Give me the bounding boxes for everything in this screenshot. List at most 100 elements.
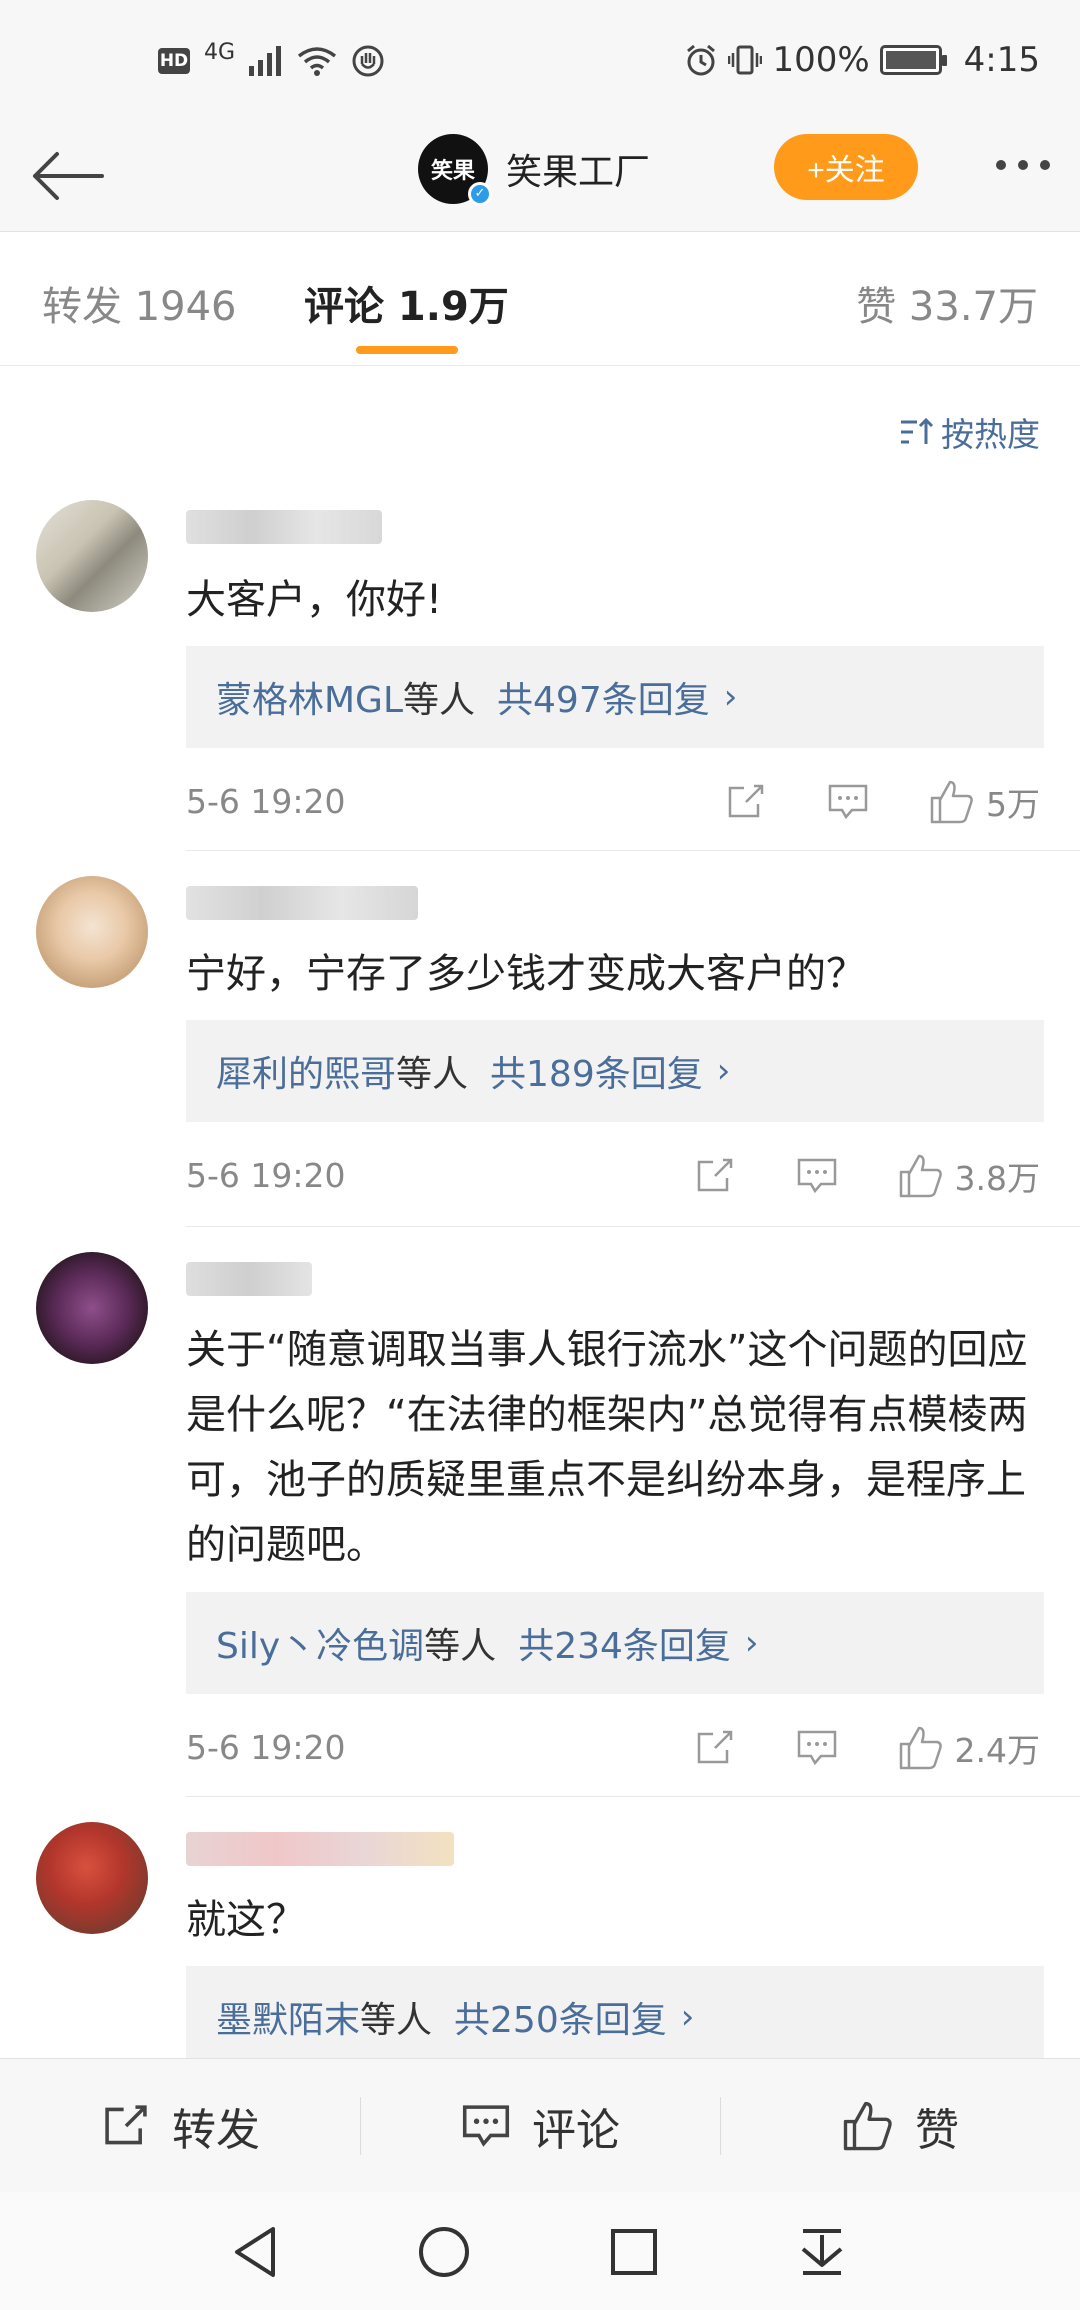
share-icon: [728, 784, 764, 818]
more-options-button[interactable]: [996, 160, 1050, 170]
commenter-name-blurred[interactable]: [186, 1832, 454, 1866]
tab-repost[interactable]: 转发 1946: [42, 274, 237, 332]
comment-icon: [797, 1730, 836, 1766]
status-left: HD 4G: [158, 40, 385, 78]
commenter-avatar[interactable]: [36, 1822, 148, 1934]
thumbs-up-icon: [930, 780, 973, 824]
sort-toggle[interactable]: 按热度: [899, 408, 1040, 456]
commenter-name-blurred[interactable]: [186, 886, 418, 920]
like-button[interactable]: 5万: [928, 778, 1040, 826]
share-button[interactable]: [724, 780, 768, 824]
comment-button[interactable]: 评论: [360, 2059, 720, 2192]
comment-text: 大客户，你好!: [186, 577, 443, 623]
share-icon: [697, 1158, 732, 1192]
thumbs-up-icon: [899, 1154, 942, 1198]
nav-notification-button[interactable]: [792, 2222, 852, 2282]
follow-button[interactable]: +关注: [774, 134, 918, 200]
divider: [186, 850, 1080, 851]
repost-button[interactable]: 转发: [0, 2059, 360, 2192]
repost-icon: [105, 2104, 147, 2144]
hd-badge: HD: [158, 48, 190, 74]
nav-pulldown-icon: [801, 2229, 843, 2275]
account-name[interactable]: 笑果工厂: [506, 143, 650, 195]
alarm-icon: [687, 44, 716, 76]
more-dot-icon: [996, 160, 1006, 170]
divider: [186, 1226, 1080, 1227]
account-brand[interactable]: 笑果 ✓ 笑果工厂: [418, 134, 650, 206]
sort-label: 按热度: [941, 415, 1040, 454]
chevron-right-icon: ›: [723, 677, 738, 717]
like-count: 5万: [986, 785, 1040, 824]
comment-item: 大客户，你好! 蒙格林MGL 等人 共497条回复 › 5-6 19:20 5万: [0, 500, 1080, 850]
share-button[interactable]: [693, 1726, 737, 1770]
comment-time: 5-6 19:20: [186, 1728, 346, 1767]
like-count: 2.4万: [954, 1731, 1040, 1770]
tab-likes[interactable]: 赞 33.7万: [856, 274, 1038, 332]
like-count: 3.8万: [954, 1159, 1040, 1198]
reply-authors: Sily丶冷色调: [216, 1626, 425, 1667]
account-logo-text: 笑果: [430, 159, 475, 184]
chevron-right-icon: ›: [680, 1997, 695, 2037]
nav-home-button[interactable]: [414, 2222, 474, 2282]
comment-text: 就这？: [186, 1897, 306, 1943]
replies-summary[interactable]: 犀利的熙哥 等人 共189条回复 ›: [186, 1020, 1044, 1122]
nav-back-icon: [235, 2227, 275, 2277]
divider: [186, 1796, 1080, 1797]
back-button[interactable]: [28, 142, 106, 210]
vibrate-icon: [728, 45, 763, 75]
reply-by-label: 等人: [360, 2000, 433, 2041]
network-label: 4G: [204, 40, 236, 65]
comment-actions: 3.8万: [635, 1152, 1040, 1200]
sort-icon: [901, 417, 934, 444]
comment-meta: 5-6 19:20 5万: [186, 778, 1046, 828]
system-nav-bar: [0, 2192, 1080, 2310]
comment-item: 关于“随意调取当事人银行流水”这个问题的回应是什么呢？“在法律的框架内”总觉得有…: [0, 1252, 1080, 1792]
like-button[interactable]: 3.8万: [897, 1152, 1040, 1200]
reply-authors: 蒙格林MGL: [216, 680, 404, 721]
reply-by-label: 等人: [396, 1054, 469, 1095]
clock: 4:15: [963, 40, 1040, 80]
tab-comments[interactable]: 评论 1.9万: [304, 274, 509, 332]
nav-back-button[interactable]: [226, 2222, 286, 2282]
reply-count: 共497条回复: [497, 680, 710, 721]
like-button[interactable]: 2.4万: [897, 1724, 1040, 1772]
comment-time: 5-6 19:20: [186, 1156, 346, 1195]
like-label: 赞: [915, 2104, 959, 2156]
reply-button[interactable]: [795, 1726, 839, 1770]
commenter-avatar[interactable]: [36, 1252, 148, 1364]
active-tab-indicator: [356, 346, 458, 354]
comment-text: 宁好，宁存了多少钱才变成大客户的？: [186, 951, 866, 997]
share-button[interactable]: [693, 1154, 737, 1198]
account-avatar[interactable]: 笑果 ✓: [418, 134, 492, 206]
replies-summary[interactable]: 墨默陌末 等人 共250条回复 ›: [186, 1966, 1044, 2058]
wifi-icon: [297, 47, 337, 76]
nav-recents-button[interactable]: [604, 2222, 664, 2282]
replies-summary[interactable]: 蒙格林MGL 等人 共497条回复 ›: [186, 646, 1044, 748]
comment-icon: [797, 1158, 836, 1194]
commenter-name-blurred[interactable]: [186, 1262, 312, 1296]
header: 笑果 ✓ 笑果工厂 +关注: [0, 120, 1080, 232]
reply-button[interactable]: [826, 780, 870, 824]
nav-recents-icon: [611, 2229, 657, 2275]
reply-count: 共234条回复: [518, 1626, 731, 1667]
commenter-avatar[interactable]: [36, 500, 148, 612]
replies-summary[interactable]: Sily丶冷色调 等人 共234条回复 ›: [186, 1592, 1044, 1694]
reply-count: 共250条回复: [454, 2000, 667, 2041]
reply-button[interactable]: [795, 1154, 839, 1198]
hand-icon: [352, 45, 384, 77]
nav-home-icon: [419, 2227, 469, 2277]
tab-bar: 转发 1946 评论 1.9万 赞 33.7万: [0, 232, 1080, 366]
back-arrow-icon: [33, 152, 104, 200]
battery-percent: 100%: [772, 40, 870, 80]
verified-badge-icon: ✓: [468, 182, 492, 206]
reply-count: 共189条回复: [490, 1054, 703, 1095]
status-bar: HD 4G 100% 4:15: [0, 0, 1080, 120]
comment-icon: [828, 784, 868, 820]
commenter-name-blurred[interactable]: [186, 510, 382, 544]
like-post-button[interactable]: 赞: [720, 2059, 1080, 2192]
comment-actions: 2.4万: [635, 1724, 1040, 1772]
comment-label: 评论: [532, 2104, 620, 2156]
more-dot-icon: [1018, 160, 1028, 170]
commenter-avatar[interactable]: [36, 876, 148, 988]
reply-by-label: 等人: [424, 1626, 497, 1667]
